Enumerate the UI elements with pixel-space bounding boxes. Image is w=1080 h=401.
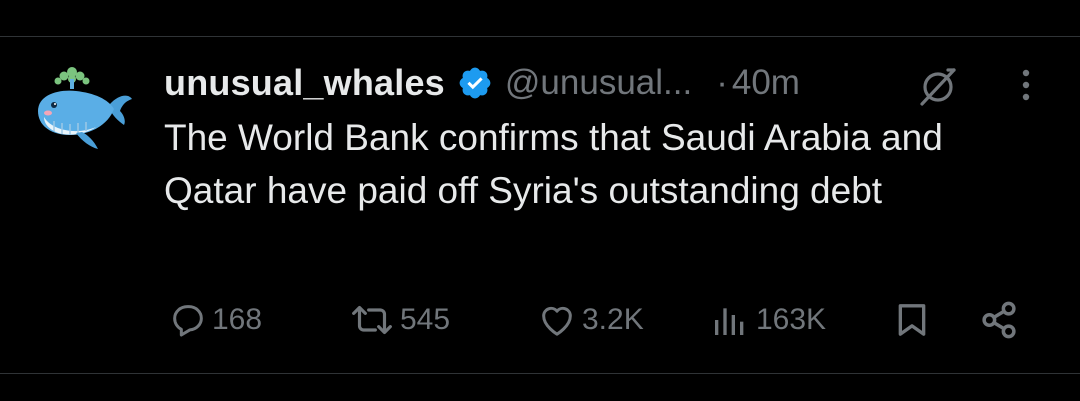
bookmark-icon (898, 304, 926, 336)
bottom-divider (0, 373, 1080, 374)
post-text: The World Bank confirms that Saudi Arabi… (164, 117, 943, 211)
views-icon (715, 308, 744, 335)
grok-icon[interactable] (916, 64, 960, 108)
author-name[interactable]: unusual_whales (164, 62, 445, 104)
time-separator: · (716, 63, 728, 102)
repost-button[interactable]: 545 (348, 295, 450, 345)
verified-badge-icon (457, 65, 493, 101)
share-button[interactable] (978, 295, 1020, 345)
avatar[interactable] (32, 59, 136, 163)
action-bar: 168 545 3.2K 163K (164, 295, 1044, 345)
views-button[interactable]: 163K (708, 295, 826, 345)
whale-avatar-image (38, 67, 132, 149)
post[interactable]: unusual_whales @unusual... · 40m The Wor… (0, 37, 1080, 373)
post-header: unusual_whales @unusual... · 40m (164, 61, 800, 105)
share-icon (982, 301, 1016, 339)
view-count: 163K (756, 303, 827, 336)
like-button[interactable]: 3.2K (536, 295, 644, 345)
post-timestamp[interactable]: 40m (732, 63, 800, 103)
like-count: 3.2K (582, 303, 644, 336)
reply-button[interactable]: 168 (168, 295, 262, 345)
reply-count: 168 (212, 303, 263, 336)
repost-count: 545 (400, 303, 451, 336)
heart-icon (542, 306, 572, 336)
reply-icon (173, 305, 203, 337)
more-options-icon[interactable] (1008, 63, 1044, 107)
bookmark-button[interactable] (892, 295, 932, 345)
repost-icon (352, 305, 392, 335)
author-handle[interactable]: @unusual... (505, 63, 692, 103)
